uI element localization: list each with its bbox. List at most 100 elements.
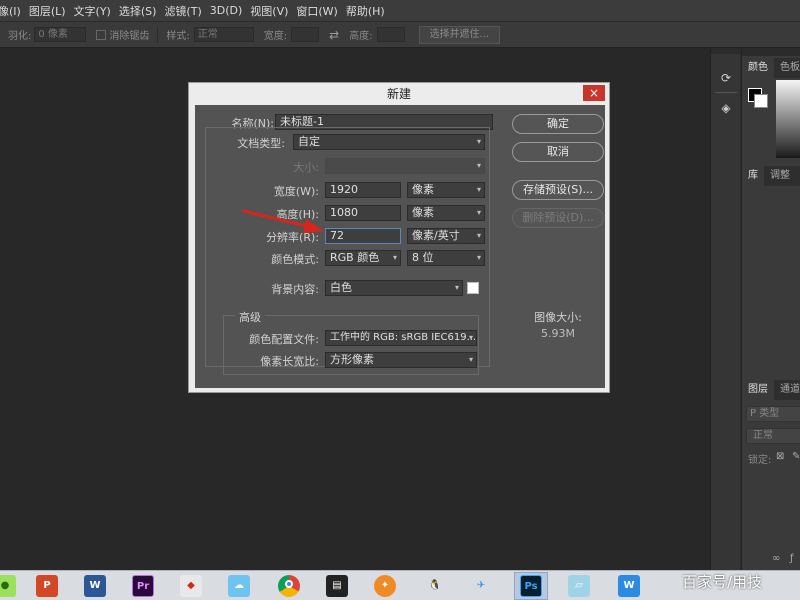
pixel-aspect-value: 方形像素 (330, 353, 374, 366)
chevron-down-icon: ▾ (476, 161, 481, 170)
premiere-icon[interactable]: Pr (132, 575, 154, 597)
blend-mode-select[interactable]: 正常 (746, 428, 800, 444)
background-select[interactable]: 白色 ▾ (325, 280, 463, 296)
menu-3d[interactable]: 3D(D) (210, 4, 251, 17)
menu-view[interactable]: 视图(V) (250, 3, 296, 19)
app-icon[interactable]: ◆ (180, 575, 202, 597)
history-icon[interactable]: ⟳ (718, 70, 734, 86)
chrome-icon[interactable] (278, 575, 300, 597)
tab-libraries[interactable]: 库 (742, 166, 764, 186)
layers-panel-tabs: 图层 通道 (742, 380, 800, 400)
photoshop-icon[interactable]: Ps (520, 575, 542, 597)
lock-pixels-icon[interactable]: ⊠ (776, 451, 784, 462)
collapse-strip[interactable] (711, 48, 741, 54)
app-icon[interactable]: ☁ (228, 575, 250, 597)
tab-layers[interactable]: 图层 (742, 380, 774, 400)
qq-icon[interactable]: 🐧 (424, 575, 446, 597)
select-and-mask-button[interactable]: 选择并遮住... (418, 25, 501, 44)
width-label: 宽度(W): (273, 185, 319, 198)
lock-label: 锁定: (748, 455, 772, 466)
3d-icon[interactable]: ◈ (718, 100, 734, 116)
layer-filter-input[interactable]: P 类型 (746, 406, 800, 422)
wps-icon[interactable]: W (618, 575, 640, 597)
menu-select[interactable]: 选择(S) (119, 3, 165, 19)
width-unit-value: 像素 (412, 183, 434, 196)
background-swatch[interactable] (467, 282, 479, 294)
chevron-down-icon: ▾ (476, 185, 481, 194)
width-unit-select[interactable]: 像素 ▾ (407, 182, 485, 198)
size-label: 大小: (293, 161, 319, 174)
app-icon[interactable]: ✦ (374, 575, 396, 597)
doc-type-value: 自定 (298, 135, 320, 148)
antialias-label: 消除锯齿 (109, 31, 150, 42)
height-input[interactable]: 1080 (325, 205, 401, 221)
resolution-unit-select[interactable]: 像素/英寸 ▾ (407, 228, 485, 244)
color-mode-select[interactable]: RGB 颜色 ▾ (325, 250, 401, 266)
color-panel-tabs: 颜色 色板 (742, 58, 800, 78)
tab-color[interactable]: 颜色 (742, 58, 774, 78)
annotation-arrow (242, 209, 324, 233)
size-select: ▾ (325, 158, 485, 174)
app-icon[interactable]: ✈ (470, 575, 492, 597)
resolution-input[interactable]: 72 (325, 228, 401, 244)
height-unit-select[interactable]: 像素 ▾ (407, 205, 485, 221)
width-input[interactable] (291, 27, 320, 42)
close-icon[interactable]: × (583, 85, 605, 101)
taskbar: ● P W Pr ◆ ☁ ▤ ✦ 🐧 ✈ Ps ▱ W (0, 570, 800, 600)
chevron-down-icon: ▾ (468, 333, 473, 342)
options-bar: 羽化: 0 像素 消除锯齿 样式: 正常 宽度: ⇄ 高度: 选择并遮住... (0, 22, 800, 48)
menu-window[interactable]: 窗口(W) (296, 3, 345, 19)
swap-icon[interactable]: ⇄ (329, 28, 339, 42)
powerpoint-icon[interactable]: P (36, 575, 58, 597)
background-label: 背景内容: (271, 283, 319, 296)
fx-icon[interactable]: ƒ (790, 553, 794, 564)
chevron-down-icon: ▾ (476, 137, 481, 146)
video-editor-icon[interactable]: ▤ (326, 575, 348, 597)
link-layers-icon[interactable]: ∞ (772, 553, 780, 564)
chevron-down-icon: ▾ (392, 253, 397, 262)
height-input[interactable] (376, 27, 405, 42)
collapse-arrows[interactable]: «« (742, 48, 800, 56)
antialias-checkbox[interactable] (96, 29, 107, 40)
style-select[interactable]: 正常 (193, 27, 254, 42)
color-picker-field[interactable] (776, 80, 800, 158)
app-icon[interactable]: ▱ (568, 575, 590, 597)
image-size-label: 图像大小: (534, 311, 582, 324)
cancel-button[interactable]: 取消 (512, 142, 604, 162)
tab-adjustments[interactable]: 调整 (764, 166, 796, 186)
menu-bar: 像(I) 图层(L) 文字(Y) 选择(S) 滤镜(T) 3D(D) 视图(V)… (0, 0, 800, 22)
menu-help[interactable]: 帮助(H) (346, 3, 393, 19)
library-panel-tabs: 库 调整 (742, 166, 800, 186)
lock-paint-icon[interactable]: ✎ (792, 451, 800, 462)
ok-button[interactable]: 确定 (512, 114, 604, 134)
chevron-down-icon: ▾ (454, 283, 459, 292)
word-icon[interactable]: W (84, 575, 106, 597)
panel-icon-strip: ⟳ ◈ (710, 48, 741, 570)
color-profile-value: 工作中的 RGB: sRGB IEC619... (330, 332, 477, 343)
right-panels: «« 颜色 色板 库 调整 图层 通道 P 类型 正常 锁定: ⊠ ✎ ∞ ƒ (741, 48, 800, 570)
menu-filter[interactable]: 滤镜(T) (164, 3, 209, 19)
dialog-titlebar[interactable]: 新建 × (189, 83, 609, 105)
feather-input[interactable]: 0 像素 (34, 27, 87, 42)
background-value: 白色 (330, 281, 352, 294)
menu-type[interactable]: 文字(Y) (74, 3, 119, 19)
doc-type-select[interactable]: 自定 ▾ (293, 134, 485, 150)
save-preset-button[interactable]: 存储预设(S)... (512, 180, 604, 200)
new-document-dialog: 新建 × 名称(N): 未标题-1 文档类型: 自定 ▾ 大小: ▾ 宽度(W)… (188, 82, 610, 393)
menu-layer[interactable]: 图层(L) (29, 3, 74, 19)
color-profile-select[interactable]: 工作中的 RGB: sRGB IEC619... ▾ (325, 330, 477, 346)
tab-swatches[interactable]: 色板 (774, 58, 800, 78)
height-label: 高度: (349, 31, 373, 42)
background-color[interactable] (754, 94, 768, 108)
width-input[interactable]: 1920 (325, 182, 401, 198)
menu-image[interactable]: 像(I) (0, 3, 29, 19)
tab-channels[interactable]: 通道 (774, 380, 800, 400)
bit-depth-value: 8 位 (412, 251, 434, 264)
wechat-icon[interactable]: ● (0, 575, 16, 597)
color-mode-label: 颜色模式: (271, 253, 319, 266)
height-unit-value: 像素 (412, 206, 434, 219)
pixel-aspect-select[interactable]: 方形像素 ▾ (325, 352, 477, 368)
doc-type-label: 文档类型: (213, 135, 285, 151)
chevron-down-icon: ▾ (476, 253, 481, 262)
bit-depth-select[interactable]: 8 位 ▾ (407, 250, 485, 266)
